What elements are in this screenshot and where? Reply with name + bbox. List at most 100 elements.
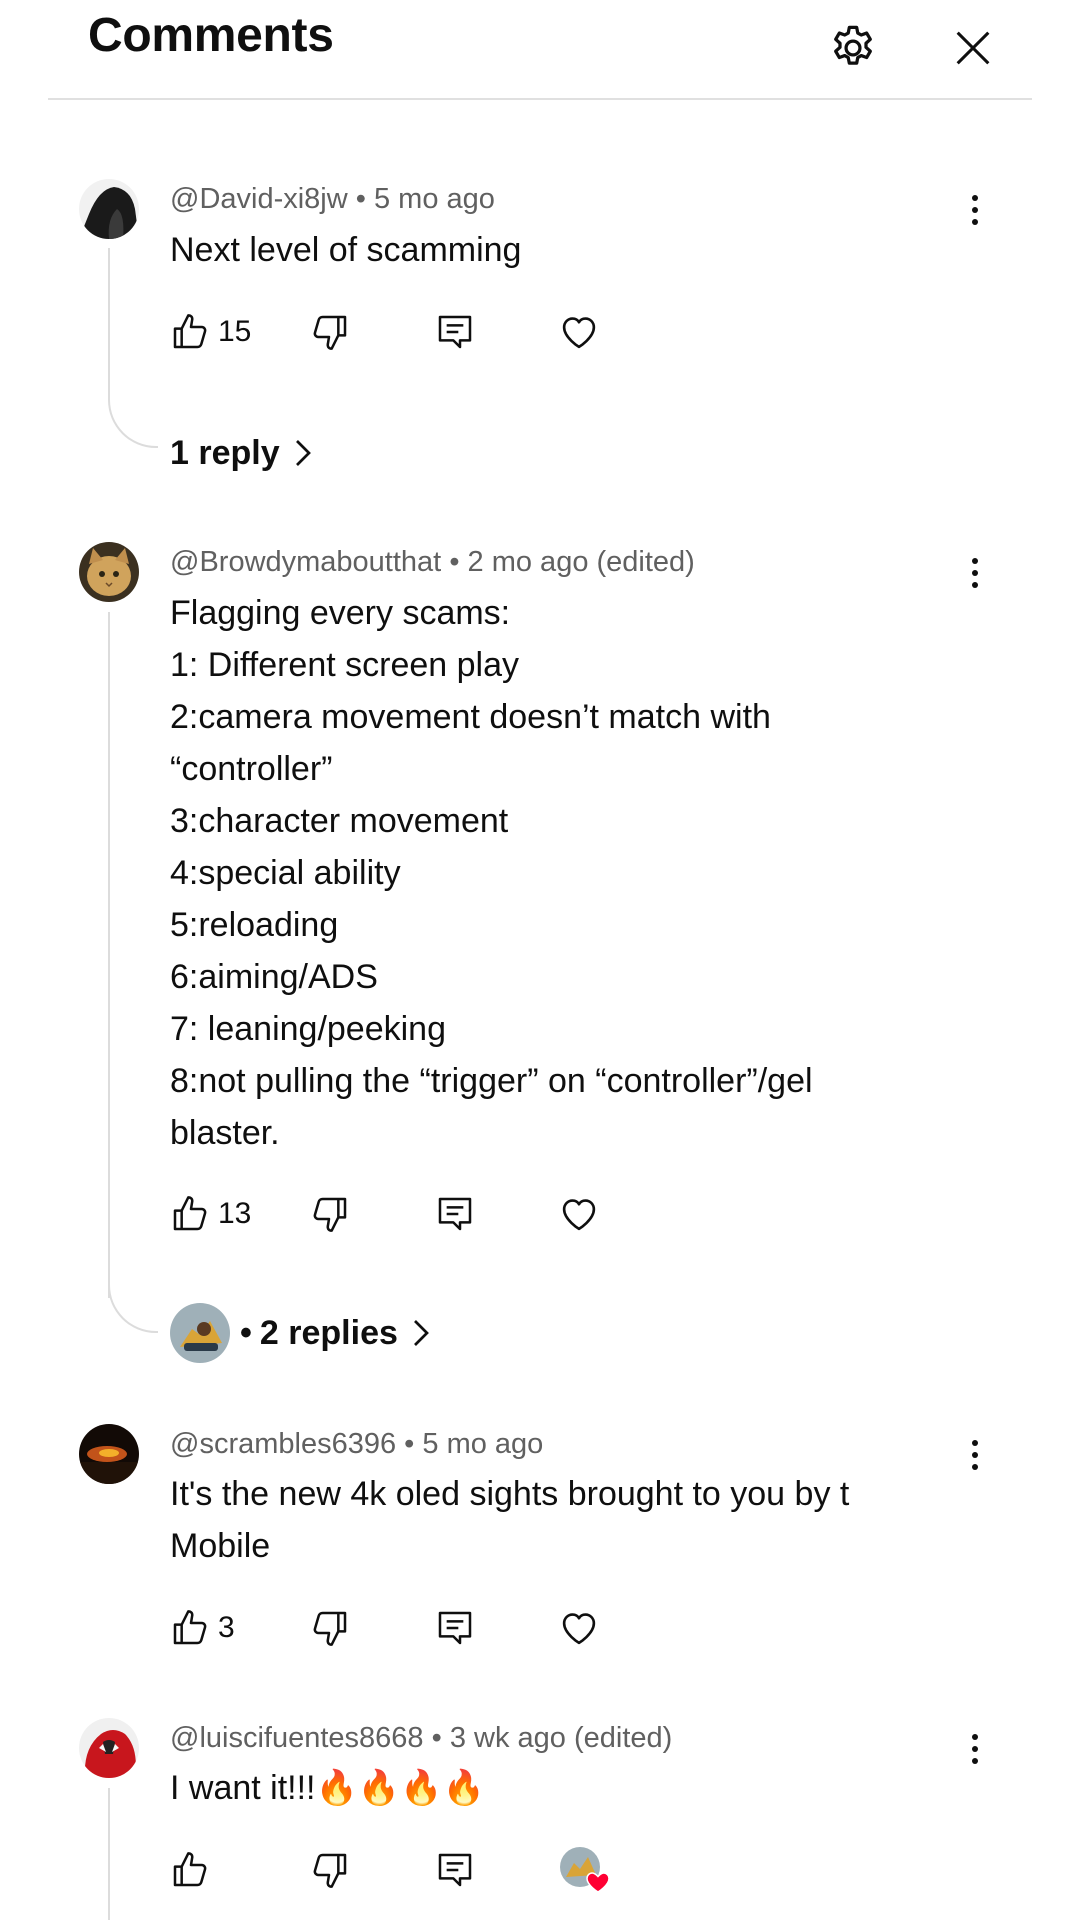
avatar[interactable] [79,179,139,239]
thread-line [108,248,110,398]
more-options-button[interactable] [955,1425,995,1485]
view-replies-button[interactable]: 1 reply [170,428,316,478]
more-vert-icon [972,207,978,213]
like-count: 13 [218,1197,252,1230]
more-vert-icon [972,1746,978,1752]
more-vert-icon [972,558,978,564]
comment-author[interactable]: @scrambles6396 [170,1428,396,1460]
comment-time: 5 mo ago [422,1428,544,1460]
comment-actions [170,1845,670,1895]
heart-button[interactable] [558,1189,600,1239]
avatar[interactable] [79,1424,139,1484]
page-title: Comments [88,9,334,62]
thumbs-down-icon [310,1194,350,1234]
more-vert-icon [972,195,978,201]
avatar-image [79,1424,139,1484]
chevron-right-icon [295,440,311,466]
comment-meta: @David-xi8jw • 5 mo ago [170,183,495,216]
more-vert-icon [972,582,978,588]
comment-actions: 15 [170,307,670,357]
avatar-image [79,1718,139,1778]
dislike-button[interactable] [310,307,350,357]
view-replies-button[interactable]: • 2 replies [170,1303,434,1363]
meta-separator: • [240,1313,252,1352]
avatar-image [79,179,139,239]
avatar-image [170,1303,230,1363]
more-options-button[interactable] [955,543,995,603]
reply-button[interactable] [435,1189,475,1239]
chevron-right-icon [413,1320,429,1346]
close-button[interactable] [935,10,1011,86]
heart-icon [558,1607,600,1649]
more-options-button[interactable] [955,1719,995,1779]
comment-time: 2 mo ago (edited) [467,546,695,578]
thread-curve [108,398,158,448]
comment-time: 5 mo ago [373,183,495,215]
comment-author[interactable]: @David-xi8jw [170,183,348,215]
comments-header: Comments [0,0,1080,100]
comment-text: Flagging every scams: 1: Different scree… [170,594,813,1152]
dislike-button[interactable] [310,1845,350,1895]
comment-text: I want it!!!🔥🔥🔥🔥 [170,1769,485,1807]
gear-icon [834,25,872,65]
like-button[interactable]: 13 [170,1189,251,1239]
thumbs-up-icon [170,1850,210,1890]
heart-button[interactable] [558,1603,600,1653]
creator-heart-icon [560,1847,610,1893]
thumbs-down-icon [310,1608,350,1648]
comment-actions: 3 [170,1603,670,1653]
more-vert-icon [972,1464,978,1470]
settings-button[interactable] [815,10,891,86]
comment-author[interactable]: @luiscifuentes8668 [170,1722,424,1754]
meta-separator: • [431,1722,450,1754]
header-divider [48,98,1032,100]
replies-label: 2 replies [259,1313,398,1352]
more-vert-icon [972,1758,978,1764]
replier-avatar [170,1303,230,1363]
dislike-button[interactable] [310,1189,350,1239]
heart-button[interactable] [558,307,600,357]
comment-text: It's the new 4k oled sights brought to y… [170,1475,850,1565]
like-count: 3 [218,1611,235,1644]
thumbs-up-icon [170,312,210,352]
reply-icon [435,1850,475,1890]
thumbs-up-icon [170,1608,210,1648]
reply-button[interactable] [435,307,475,357]
reply-icon [435,312,475,352]
like-button[interactable]: 3 [170,1603,235,1653]
thumbs-up-icon [170,1194,210,1234]
close-icon [956,31,990,65]
like-button[interactable] [170,1845,218,1895]
avatar-image [79,542,139,602]
dislike-button[interactable] [310,1603,350,1653]
meta-separator: • [449,546,468,578]
avatar[interactable] [79,542,139,602]
more-options-button[interactable] [955,180,995,240]
comment-meta: @scrambles6396 • 5 mo ago [170,1428,543,1461]
comment-author[interactable]: @Browdymaboutthat [170,546,441,578]
creator-heart-badge[interactable] [558,1845,612,1895]
thread-line [108,1788,110,1920]
comment-text: Next level of scamming [170,231,522,269]
comment-time: 3 wk ago (edited) [449,1722,673,1754]
avatar[interactable] [79,1718,139,1778]
reply-button[interactable] [435,1603,475,1653]
thread-curve [108,1283,158,1333]
thumbs-down-icon [310,1850,350,1890]
replies-label: 1 reply [170,433,280,472]
reply-icon [435,1608,475,1648]
more-vert-icon [972,570,978,576]
more-vert-icon [972,1734,978,1740]
more-vert-icon [972,219,978,225]
meta-separator: • [404,1428,423,1460]
reply-button[interactable] [435,1845,475,1895]
comment-meta: @Browdymaboutthat • 2 mo ago (edited) [170,546,695,579]
heart-icon [558,311,600,353]
reply-icon [435,1194,475,1234]
comment-meta: @luiscifuentes8668 • 3 wk ago (edited) [170,1722,672,1755]
more-vert-icon [972,1452,978,1458]
meta-separator: • [355,183,374,215]
heart-icon [558,1193,600,1235]
like-button[interactable]: 15 [170,307,251,357]
more-vert-icon [972,1440,978,1446]
